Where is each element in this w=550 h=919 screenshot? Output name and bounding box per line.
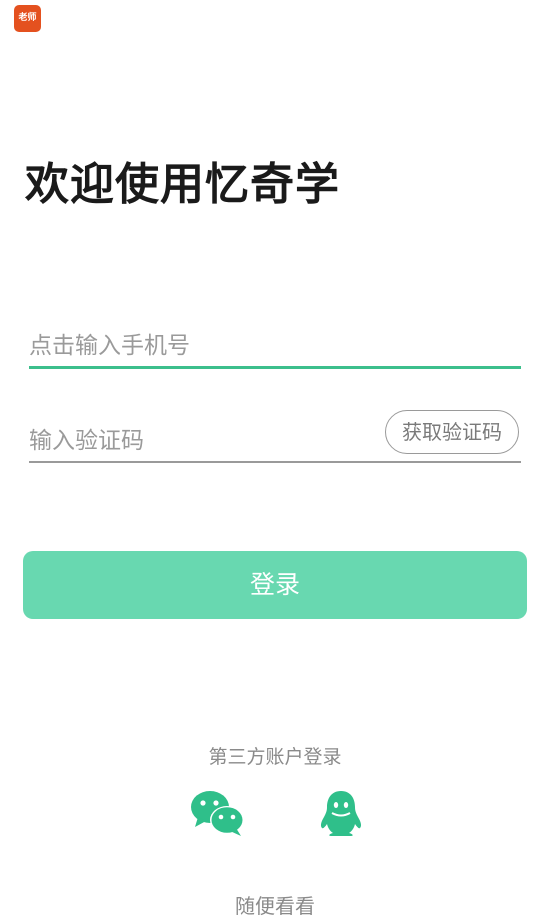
page-title: 欢迎使用忆奇学 (25, 159, 340, 210)
login-button[interactable]: 登录 (23, 551, 527, 619)
phone-field (29, 325, 521, 369)
browse-link[interactable]: 随便看看 (0, 890, 550, 919)
login-screen: 老师 欢迎使用忆奇学 获取验证码 登录 第三方账户登录 随便看看 (0, 0, 550, 919)
qq-icon (320, 791, 362, 836)
qq-login-button[interactable] (318, 789, 364, 837)
get-code-button[interactable]: 获取验证码 (385, 410, 519, 454)
app-badge-icon: 老师 (14, 5, 41, 32)
wechat-login-button[interactable] (190, 790, 246, 836)
third-party-login-label: 第三方账户登录 (208, 746, 342, 768)
phone-input[interactable] (29, 328, 369, 364)
wechat-icon (191, 791, 244, 836)
verification-code-input[interactable] (29, 423, 369, 459)
